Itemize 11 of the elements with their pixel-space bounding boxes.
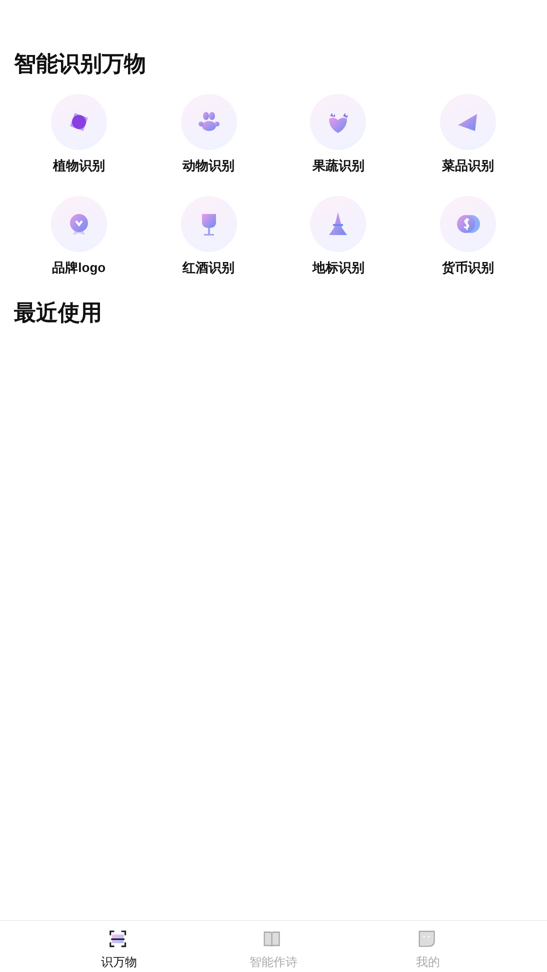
category-label[interactable]: 品牌logo — [52, 258, 106, 277]
category-label[interactable]: 菜品识别 — [442, 156, 494, 176]
category-label[interactable]: 动物识别 — [182, 156, 235, 176]
category-label[interactable]: 果蔬识别 — [312, 156, 364, 176]
section-title: 智能识别万物 — [14, 50, 147, 78]
category-label[interactable]: 货币识别 — [442, 258, 494, 277]
category-label[interactable]: 红酒识别 — [182, 258, 235, 277]
tab[interactable]: 识万物 — [42, 921, 196, 972]
category-label[interactable]: 地标识别 — [312, 258, 364, 277]
section-title: 最近使用 — [14, 299, 103, 327]
category-label[interactable]: 植物识别 — [52, 156, 105, 176]
